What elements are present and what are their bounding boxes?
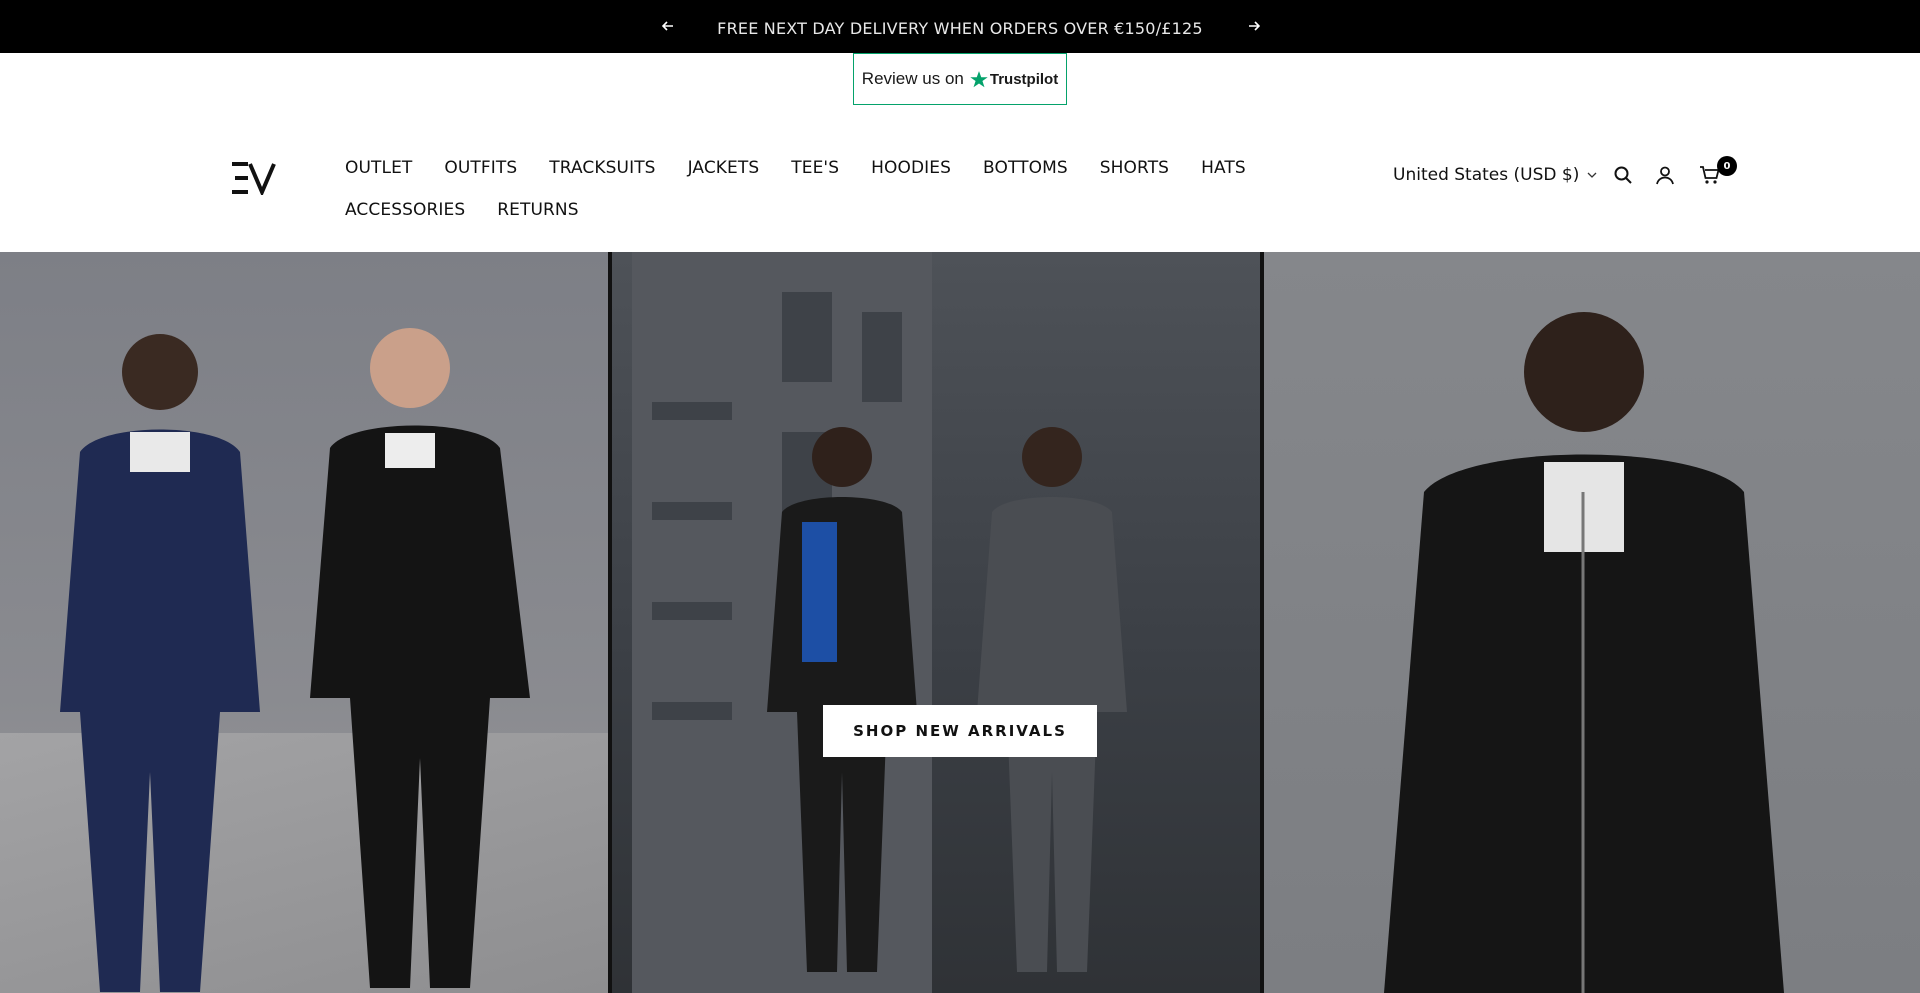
- nav-row-2: ACCESSORIES RETURNS: [345, 189, 1285, 231]
- country-selector[interactable]: United States (USD $): [1393, 165, 1597, 185]
- trustpilot-logo: Trustpilot: [970, 70, 1058, 88]
- country-label: United States (USD $): [1393, 165, 1580, 185]
- nav-item-tracksuits[interactable]: TRACKSUITS: [549, 158, 655, 178]
- main-navigation: OUTLET OUTFITS TRACKSUITS JACKETS TEE'S …: [345, 147, 1285, 231]
- hero-image-right: [1264, 252, 1920, 993]
- header-tools: United States (USD $) 0: [1393, 156, 1737, 185]
- nav-row-1: OUTLET OUTFITS TRACKSUITS JACKETS TEE'S …: [345, 147, 1285, 189]
- arrow-right-icon[interactable]: [1244, 16, 1264, 36]
- announcement-bar: FREE NEXT DAY DELIVERY WHEN ORDERS OVER …: [0, 0, 1920, 53]
- model-silhouette: [310, 328, 530, 988]
- hero-banner: SHOP NEW ARRIVALS: [0, 252, 1920, 993]
- model-silhouette: [1384, 312, 1784, 993]
- nav-item-jackets[interactable]: JACKETS: [688, 158, 760, 178]
- nav-item-bottoms[interactable]: BOTTOMS: [983, 158, 1068, 178]
- announcement-text: FREE NEXT DAY DELIVERY WHEN ORDERS OVER …: [717, 19, 1203, 38]
- cart-icon[interactable]: 0: [1699, 156, 1737, 185]
- nav-item-hoodies[interactable]: HOODIES: [871, 158, 951, 178]
- nav-item-hats[interactable]: HATS: [1201, 158, 1246, 178]
- cart-count-badge: 0: [1717, 156, 1737, 176]
- model-silhouette: [977, 427, 1127, 972]
- nav-item-tees[interactable]: TEE'S: [791, 158, 839, 178]
- nav-item-shorts[interactable]: SHORTS: [1100, 158, 1169, 178]
- shop-new-arrivals-label: SHOP NEW ARRIVALS: [853, 722, 1067, 740]
- arrow-left-icon[interactable]: [658, 16, 678, 36]
- trustpilot-review-widget[interactable]: Review us on Trustpilot: [853, 53, 1067, 105]
- account-icon[interactable]: [1655, 165, 1675, 185]
- model-silhouette: [767, 427, 917, 972]
- search-icon[interactable]: [1613, 165, 1633, 185]
- nav-item-returns[interactable]: RETURNS: [497, 200, 578, 220]
- hero-image-left: [0, 252, 608, 993]
- shop-new-arrivals-button[interactable]: SHOP NEW ARRIVALS: [823, 705, 1097, 757]
- nav-item-outfits[interactable]: OUTFITS: [444, 158, 517, 178]
- nav-item-outlet[interactable]: OUTLET: [345, 158, 412, 178]
- site-header: OUTLET OUTFITS TRACKSUITS JACKETS TEE'S …: [0, 105, 1920, 252]
- chevron-down-icon: [1587, 172, 1597, 178]
- model-silhouette: [60, 334, 260, 992]
- ev-logo[interactable]: [230, 161, 276, 198]
- trustpilot-review-text: Review us on: [861, 69, 964, 88]
- star-icon: [970, 71, 988, 88]
- hero-image-center: [608, 252, 1264, 993]
- nav-item-accessories[interactable]: ACCESSORIES: [345, 200, 465, 220]
- trustpilot-brand: Trustpilot: [989, 70, 1059, 88]
